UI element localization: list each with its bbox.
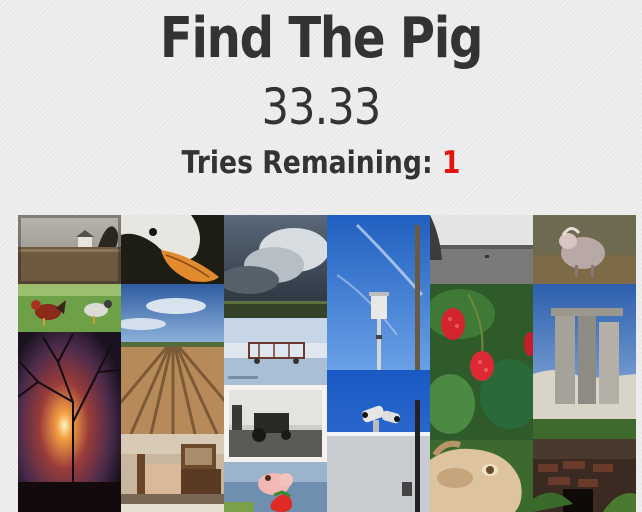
tile-sheep[interactable] [533, 215, 636, 284]
tile-security-cameras[interactable] [327, 370, 430, 512]
tile-goat-face[interactable] [430, 440, 533, 512]
tile-grey-field[interactable] [430, 215, 533, 284]
tile-farmhouse-field[interactable] [18, 215, 121, 284]
tile-pig-strawberry[interactable] [224, 462, 327, 512]
photo-grid [18, 215, 642, 512]
tile-bedroom[interactable] [121, 434, 224, 504]
tile-duck-beak[interactable] [121, 215, 224, 284]
tile-pole-sky[interactable] [327, 215, 430, 370]
tile-old-tractor[interactable] [224, 385, 327, 462]
tile-stone-monument[interactable] [533, 284, 636, 439]
tile-raspberries[interactable] [430, 284, 533, 440]
tile-plowed-field[interactable] [121, 284, 224, 434]
tile-chickens[interactable] [18, 284, 121, 332]
tries-remaining: Tries Remaining: 1 [45, 145, 597, 181]
tile-wagon-flood[interactable] [224, 318, 327, 385]
page-title: Find The Pig [159, 6, 484, 71]
score-display: 33.33 [261, 78, 382, 136]
tile-storm-clouds[interactable] [224, 215, 327, 318]
tile-sunset-tree[interactable] [18, 332, 121, 512]
tries-count: 1 [441, 145, 461, 181]
tries-label: Tries Remaining: [181, 145, 442, 181]
tile-brick-ruins[interactable] [533, 439, 636, 512]
tile-bottom-strip[interactable] [121, 504, 224, 512]
